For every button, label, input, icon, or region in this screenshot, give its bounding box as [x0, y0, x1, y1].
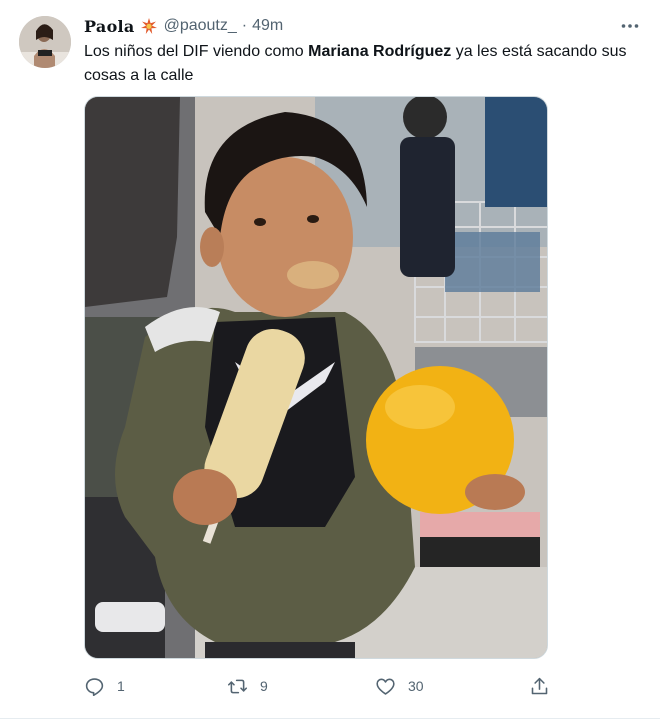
reply-icon	[85, 677, 104, 696]
retweet-icon	[227, 679, 248, 693]
tweet-actions: 1 9 30	[84, 672, 564, 700]
share-button[interactable]	[529, 672, 550, 700]
separator-dot: ·	[241, 17, 248, 34]
retweet-count: 9	[260, 678, 268, 694]
like-button[interactable]: 30	[375, 672, 424, 700]
sparkle-badge-icon	[140, 17, 158, 35]
heart-icon	[376, 678, 395, 695]
tweet-text: Los niños del DIF viendo como Mariana Ro…	[84, 40, 639, 88]
photo-boy-with-corn-and-ball	[85, 97, 547, 658]
like-count: 30	[408, 678, 424, 694]
tweet-header: Paola @paoutz_ · 49m	[84, 16, 283, 36]
more-options-button[interactable]	[620, 16, 640, 36]
tweet-card[interactable]: Paola @paoutz_ · 49m Los niños del DIF v…	[0, 0, 660, 719]
reply-count: 1	[117, 678, 125, 694]
tweet-text-start: Los niños del DIF viendo como	[84, 43, 309, 60]
retweet-button[interactable]: 9	[227, 672, 268, 700]
share-icon	[531, 677, 548, 694]
tweet-timestamp[interactable]: 49m	[252, 17, 283, 35]
tweet-media-photo[interactable]	[84, 96, 548, 659]
more-icon	[621, 24, 639, 28]
avatar[interactable]	[19, 16, 71, 68]
avatar-image	[19, 16, 71, 68]
tweet-text-bold: Mariana Rodríguez	[308, 43, 452, 60]
reply-button[interactable]: 1	[84, 672, 125, 700]
display-name[interactable]: Paola	[84, 17, 135, 36]
user-handle[interactable]: @paoutz_	[164, 17, 237, 35]
